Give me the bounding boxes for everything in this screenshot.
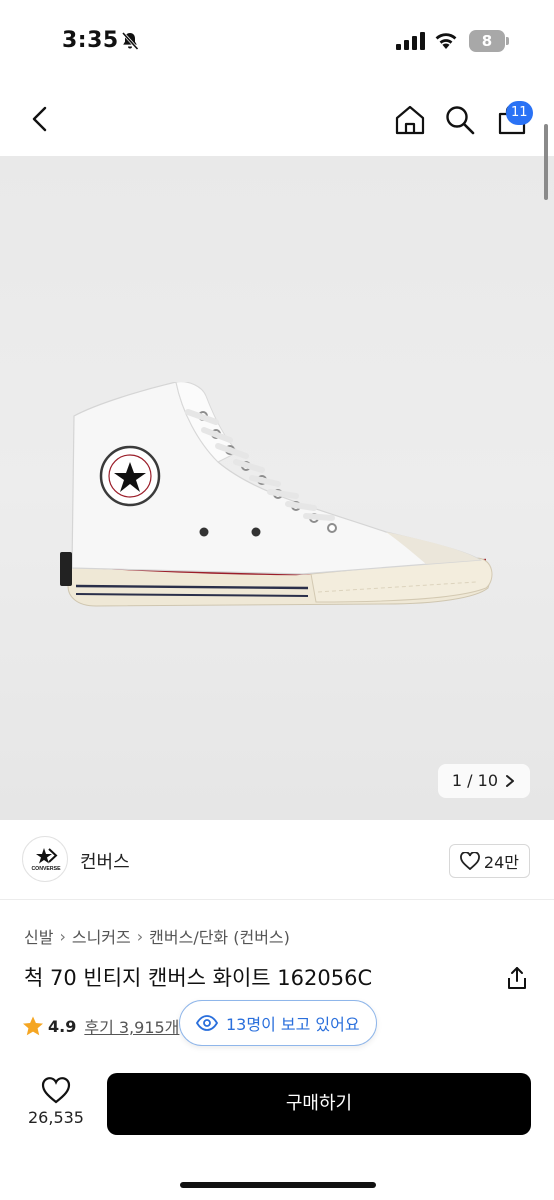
breadcrumb-separator-icon: › [59, 926, 66, 946]
status-bar: 3:35 8 [0, 0, 554, 80]
home-indicator[interactable] [180, 1182, 376, 1188]
eye-icon [196, 1015, 218, 1031]
breadcrumb-separator-icon: › [136, 926, 144, 946]
bottom-action-bar: 26,535 구매하기 [0, 1060, 554, 1200]
product-image-gallery[interactable]: 1 / 10 [0, 156, 554, 820]
battery-indicator: 8 [469, 30, 509, 52]
status-time: 3:35 [62, 28, 119, 53]
battery-level: 8 [481, 32, 493, 50]
scrollbar[interactable] [544, 124, 548, 200]
image-page-indicator[interactable]: 1 / 10 [437, 764, 530, 798]
brand-like-count: 24만 [483, 853, 519, 872]
converse-logo-icon: CONVERSE [31, 848, 61, 872]
heart-icon [41, 1077, 71, 1104]
breadcrumb-item[interactable]: 캔버스/단화 (컨버스) [149, 924, 290, 948]
product-image [60, 382, 493, 607]
breadcrumb: 신발 › 스니커즈 › 캔버스/단화 (컨버스) [24, 924, 290, 948]
breadcrumb-item[interactable]: 스니커즈 [72, 924, 131, 948]
page-indicator-text: 1 / 10 [451, 771, 498, 790]
wishlist-button[interactable]: 26,535 [20, 1074, 92, 1127]
cart-count-badge[interactable]: 11 [506, 101, 533, 125]
viewers-text: 13명이 보고 있어요 [226, 1015, 360, 1034]
star-icon [23, 1016, 43, 1036]
buy-button[interactable]: 구매하기 [107, 1073, 531, 1135]
breadcrumb-item[interactable]: 신발 [24, 924, 53, 948]
reviews-link[interactable]: 후기 3,915개 [84, 1014, 179, 1038]
signal-icon [396, 32, 425, 50]
brand-logo[interactable]: CONVERSE [22, 836, 68, 882]
chevron-right-icon [506, 775, 514, 787]
rating-row: 4.9 후기 3,915개 [22, 1014, 179, 1038]
search-icon[interactable] [444, 104, 476, 136]
brand-name[interactable]: 컨버스 [80, 848, 130, 874]
back-icon[interactable] [28, 106, 52, 132]
viewers-pill: 13명이 보고 있어요 [179, 1000, 377, 1046]
top-nav: 11 [0, 80, 554, 156]
home-icon[interactable] [394, 104, 426, 136]
wifi-icon [435, 33, 457, 49]
bell-muted-icon [121, 31, 139, 51]
heart-icon [460, 852, 480, 870]
product-title: 척 70 빈티지 캔버스 화이트 162056C [24, 966, 373, 990]
wishlist-count: 26,535 [28, 1108, 84, 1127]
share-icon[interactable] [505, 966, 529, 990]
brand-logo-text: CONVERSE [31, 866, 61, 872]
brand-row[interactable]: CONVERSE 컨버스 24만 [0, 820, 554, 900]
rating-value: 4.9 [48, 1016, 77, 1036]
brand-like-button[interactable]: 24만 [448, 844, 530, 878]
